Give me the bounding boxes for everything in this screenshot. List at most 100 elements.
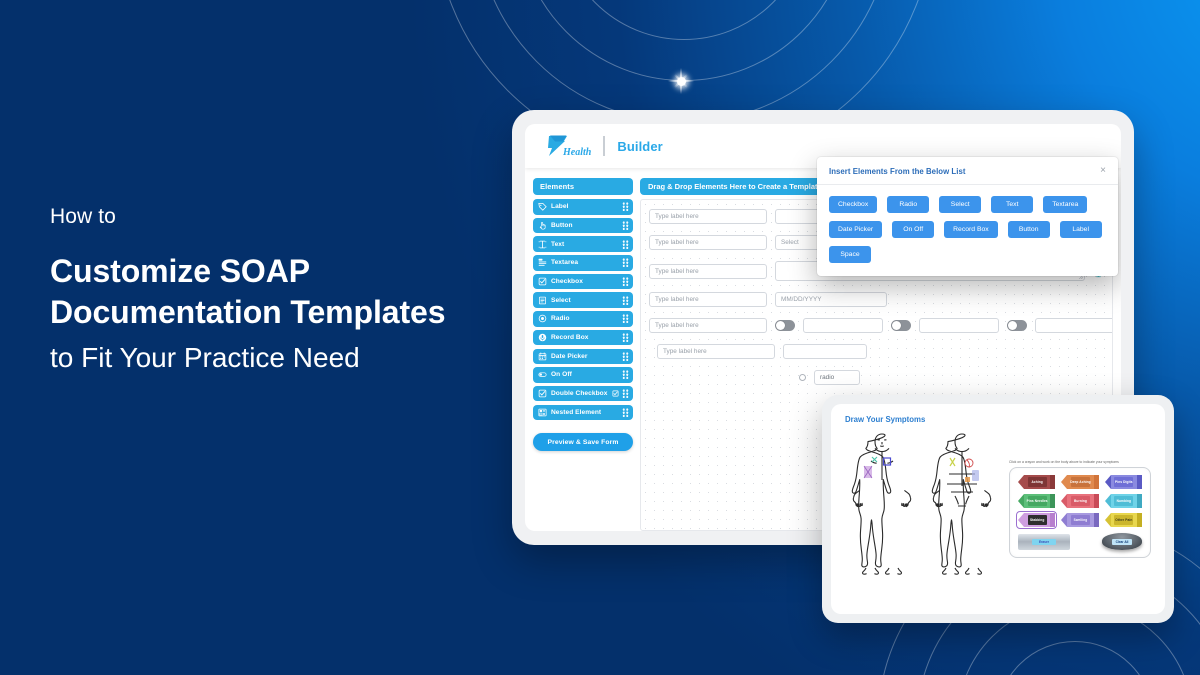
drag-grip-icon[interactable] [622, 351, 629, 361]
logo-health-text: Health [563, 147, 592, 158]
checkbox-icon [538, 389, 547, 398]
page-title-line1: Customize SOAP [50, 253, 310, 289]
sidebar-item-button[interactable]: Button [533, 217, 633, 234]
crayon-stabbing[interactable]: Stabbing [1015, 511, 1058, 529]
crayon-swelling[interactable]: Swelling [1061, 513, 1099, 527]
body-diagram-back[interactable] [925, 430, 999, 580]
crayon-cap [1050, 513, 1056, 527]
crayon-grid: Aching Deep Aching Pins Digits Pins Need… [1015, 475, 1142, 529]
insert-elements-modal: Insert Elements From the Below List × Ch… [817, 157, 1118, 276]
sidebar-item-radio-text: Radio [551, 315, 570, 323]
modal-header: Insert Elements From the Below List × [817, 157, 1118, 185]
crayon-label: Other Pain [1115, 518, 1133, 522]
crayon-barrel: Aching [1024, 475, 1051, 489]
label-input[interactable]: Type label here [649, 318, 767, 333]
crayon-burning[interactable]: Burning [1061, 494, 1099, 508]
drag-grip-icon[interactable] [622, 239, 629, 249]
close-icon[interactable]: × [1100, 166, 1106, 176]
sidebar-item-on-off[interactable]: On Off [533, 367, 633, 383]
sidebar-item-select[interactable]: Select [533, 292, 633, 308]
toggle-switch[interactable] [1007, 320, 1027, 331]
checkbox-icon-secondary [612, 390, 619, 397]
crayon-other-pain[interactable]: Other Pain [1104, 513, 1142, 527]
label-input[interactable]: Type label here [649, 263, 767, 279]
drag-grip-icon[interactable] [622, 333, 629, 343]
crayon-barrel: Pins Needles [1024, 494, 1051, 508]
drag-grip-icon[interactable] [622, 277, 629, 286]
sidebar-item-double-checkbox[interactable]: Double Checkbox [533, 385, 633, 402]
logo-divider [603, 136, 606, 156]
insert-chip-textarea[interactable]: Textarea [1043, 196, 1088, 213]
drag-grip-icon[interactable] [622, 258, 629, 268]
crayon-barrel: Pins Digits [1110, 475, 1137, 489]
clear-all-label: Clear All [1111, 538, 1133, 545]
crayon-palette: Aching Deep Aching Pins Digits Pins Need… [1009, 467, 1151, 558]
insert-chip-record-box[interactable]: Record Box [944, 221, 998, 238]
form-row-date: Type label here MM/DD/YYYY [649, 292, 1104, 307]
insert-chip-label[interactable]: Label [1059, 221, 1102, 238]
toggle-switch[interactable] [775, 320, 795, 331]
clear-all-button[interactable]: Clear All [1102, 533, 1142, 550]
label-input[interactable]: Type label here [649, 209, 767, 224]
modal-title: Insert Elements From the Below List [829, 166, 966, 176]
radio-label-input[interactable]: radio [814, 370, 860, 385]
toggle-switch[interactable] [891, 320, 911, 331]
sidebar-item-text[interactable]: Text [533, 236, 633, 252]
insert-chip-select[interactable]: Select [939, 196, 982, 213]
crayon-barrel: Other Pain [1110, 513, 1137, 527]
drag-grip-icon[interactable] [622, 370, 629, 380]
sidebar-item-textarea[interactable]: Textarea [533, 255, 633, 271]
toggle-text-input[interactable] [919, 318, 999, 333]
crayon-numbing[interactable]: Numbing [1104, 494, 1142, 508]
insert-chip-button[interactable]: Button [1007, 221, 1050, 238]
sidebar-item-nested-element-text: Nested Element [551, 408, 602, 416]
checkbox-icon [538, 277, 547, 286]
crayon-palette-wrap: Click on a crayon and work on the body a… [1009, 460, 1151, 558]
crayon-aching[interactable]: Aching [1018, 475, 1056, 489]
text-input[interactable] [783, 344, 867, 359]
sidebar-item-record-box[interactable]: Record Box [533, 329, 633, 346]
sidebar-item-record-box-text: Record Box [551, 334, 589, 342]
sidebar-item-date-picker[interactable]: Date Picker [533, 348, 633, 364]
sidebar-item-label[interactable]: Label [533, 199, 633, 215]
insert-chip-text[interactable]: Text [991, 196, 1034, 213]
drag-grip-icon[interactable] [622, 407, 629, 417]
crayon-pins-needles[interactable]: Pins Needles [1018, 494, 1056, 508]
insert-chip-space[interactable]: Space [829, 246, 871, 263]
palette-tools: Eraser Clear All [1018, 533, 1142, 550]
preview-and-save-form-button[interactable]: Preview & Save Form [533, 433, 633, 452]
insert-chip-radio[interactable]: Radio [887, 196, 930, 213]
sidebar-item-text-text: Text [551, 240, 565, 248]
drag-grip-icon[interactable] [622, 314, 629, 324]
drag-grip-icon[interactable] [622, 220, 629, 230]
drag-grip-icon[interactable] [622, 202, 629, 212]
sidebar-item-checkbox-text: Checkbox [551, 278, 583, 285]
radio-icon [538, 314, 547, 323]
insert-chip-date-picker[interactable]: Date Picker [829, 221, 883, 238]
sidebar-item-checkbox[interactable]: Checkbox [533, 273, 633, 290]
drag-grip-icon[interactable] [622, 295, 629, 305]
crayon-barrel: Deep Aching [1067, 475, 1094, 489]
crayon-barrel: Numbing [1110, 494, 1137, 508]
insert-chip-checkbox[interactable]: Checkbox [829, 196, 878, 213]
toggle-text-input[interactable] [1035, 318, 1112, 333]
draw-symptoms-card-frame: Draw Your Symptoms Click on a crayon and… [822, 395, 1174, 623]
label-input[interactable]: Type label here [657, 344, 775, 359]
drag-grip-icon[interactable] [622, 389, 629, 399]
toggle-text-input[interactable] [803, 318, 883, 333]
date-input[interactable]: MM/DD/YYYY [775, 292, 887, 307]
sidebar-item-textarea-text: Textarea [551, 259, 579, 267]
radio-button[interactable] [799, 374, 806, 381]
crayon-deep-aching[interactable]: Deep Aching [1061, 475, 1099, 489]
crayon-pins-digits[interactable]: Pins Digits [1104, 475, 1142, 489]
body-diagram-front[interactable] [845, 430, 919, 580]
sidebar-item-date-picker-text: Date Picker [551, 352, 588, 360]
insert-chip-on-off[interactable]: On Off [892, 221, 935, 238]
eraser-tool[interactable]: Eraser [1018, 534, 1070, 550]
app-logo[interactable]: Health [543, 133, 591, 159]
sidebar-item-radio[interactable]: Radio [533, 311, 633, 327]
headline-block: How to Customize SOAP Documentation Temp… [50, 205, 570, 376]
label-input[interactable]: Type label here [649, 292, 767, 307]
label-input[interactable]: Type label here [649, 235, 767, 250]
sidebar-item-nested-element[interactable]: Nested Element [533, 404, 633, 421]
